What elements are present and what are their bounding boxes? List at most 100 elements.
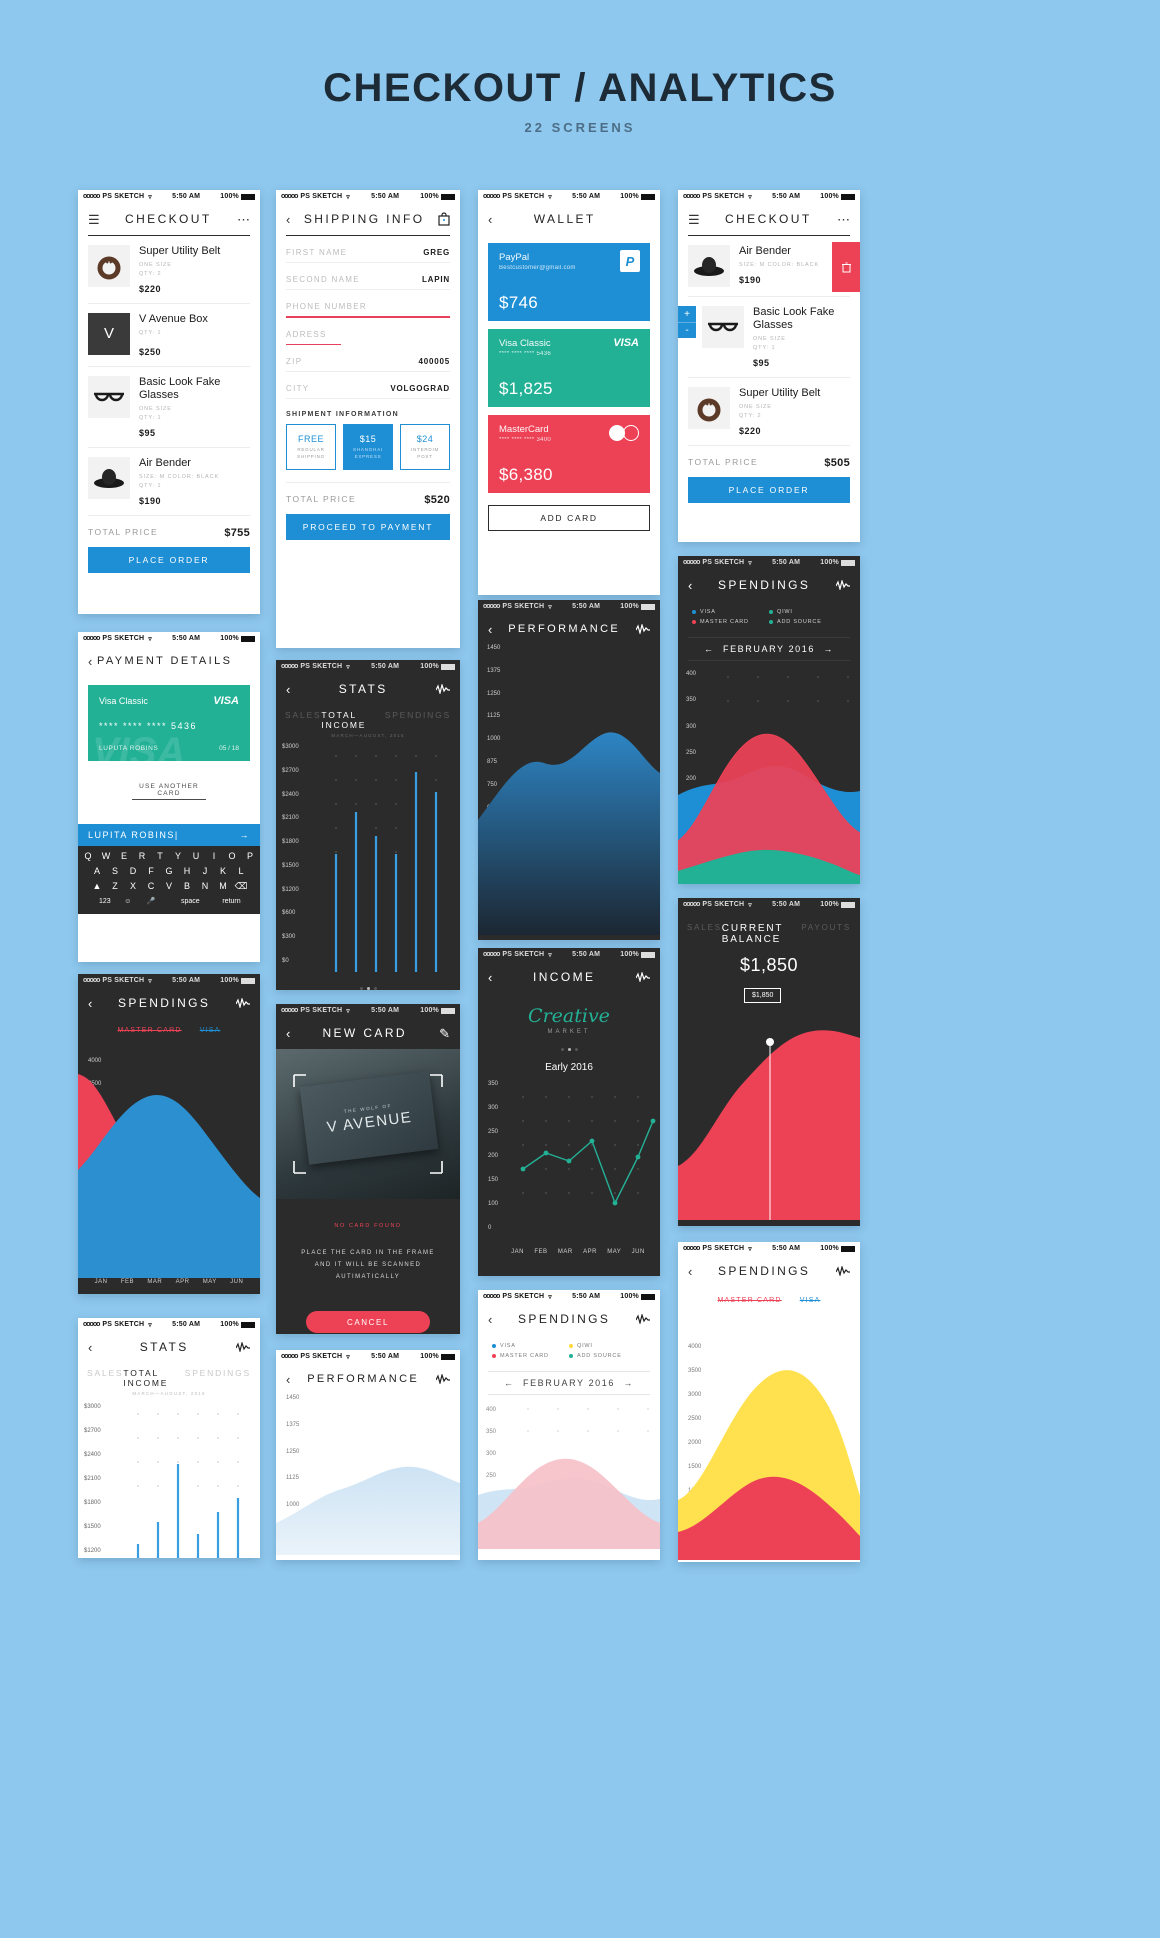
place-order-button[interactable]: PLACE ORDER [88, 546, 250, 573]
trash-icon[interactable] [832, 242, 860, 292]
key-t[interactable]: T [153, 851, 168, 861]
tab-total-income[interactable]: TOTAL INCOME [123, 1368, 184, 1388]
arrow-right-icon[interactable]: → [240, 830, 251, 840]
key-c[interactable]: C [144, 881, 159, 892]
pulse-icon[interactable] [836, 1266, 850, 1276]
key-i[interactable]: I [207, 851, 222, 861]
use-another-card-link[interactable]: USE ANOTHER CARD [132, 783, 206, 800]
arrow-left-icon[interactable]: ← [504, 1378, 515, 1388]
pulse-icon[interactable] [636, 624, 650, 634]
place-order-button[interactable]: PLACE ORDER [688, 476, 850, 503]
dot[interactable] [560, 1048, 564, 1051]
list-item-swiped[interactable]: Air Bender SIZE: M COLOR: BLACK $190 [678, 236, 860, 296]
pulse-icon[interactable] [436, 1374, 450, 1384]
list-item[interactable]: V V Avenue Box QTY: 1 $250 [78, 304, 260, 366]
tab-total-income[interactable]: TOTAL INCOME [321, 710, 384, 730]
shift-icon[interactable]: ▲ [90, 881, 105, 892]
dot-active[interactable] [567, 1048, 571, 1051]
key-e[interactable]: E [117, 851, 132, 861]
tab-visa[interactable]: VISA [800, 1297, 821, 1304]
pagination-dots[interactable] [276, 982, 460, 990]
shopping-bag-icon[interactable] [438, 212, 450, 226]
legend-item-add-source[interactable]: ADD SOURCE [769, 619, 846, 625]
tab-sales[interactable]: SALES [285, 710, 321, 730]
legend-item-qiwi[interactable]: QIWI [769, 609, 846, 615]
stepper-plus-button[interactable]: + [678, 306, 696, 322]
hamburger-icon[interactable]: ☰ [88, 213, 100, 226]
list-item-stepper[interactable]: + - Basic Look Fake Glasses ONE SIZE QTY… [678, 297, 860, 377]
arrow-right-icon[interactable]: → [623, 1378, 634, 1388]
tab-spendings[interactable]: SPENDINGS [385, 710, 451, 730]
proceed-to-payment-button[interactable]: PROCEED TO PAYMENT [286, 514, 450, 540]
key-z[interactable]: Z [108, 881, 123, 892]
dot-active[interactable] [366, 987, 370, 990]
field-adress[interactable]: ADRESS [276, 318, 460, 344]
dot[interactable] [373, 987, 377, 990]
tab-visa[interactable]: VISA [200, 1027, 221, 1034]
credit-card[interactable]: VISA Visa Classic VISA **** **** **** 54… [88, 685, 250, 761]
legend-item-visa[interactable]: VISA [492, 1343, 569, 1349]
tab-spendings[interactable]: SPENDINGS [185, 1368, 251, 1388]
tab-payouts[interactable]: PAYOUTS [801, 923, 851, 945]
pulse-icon[interactable] [236, 998, 250, 1008]
list-item[interactable]: Super Utility Belt ONE SIZE QTY: 2 $220 [78, 236, 260, 303]
key-q[interactable]: Q [81, 851, 96, 861]
key-n[interactable]: N [198, 881, 213, 892]
shipping-option-interdim[interactable]: $24 INTERDIM POST [400, 424, 450, 470]
emoji-icon[interactable]: ☺ [120, 898, 135, 905]
list-item[interactable]: Super Utility Belt ONE SIZE QTY: 2 $220 [678, 378, 860, 445]
key-w[interactable]: W [99, 851, 114, 861]
name-input[interactable]: LUPITA ROBINS| → [78, 824, 260, 846]
key-o[interactable]: O [225, 851, 240, 861]
key-return[interactable]: return [222, 898, 240, 905]
key-s[interactable]: S [108, 866, 123, 876]
key-a[interactable]: A [90, 866, 105, 876]
tab-mastercard[interactable]: MASTER CARD [118, 1027, 182, 1034]
add-card-button[interactable]: ADD CARD [488, 505, 650, 531]
key-v[interactable]: V [162, 881, 177, 892]
key-d[interactable]: D [126, 866, 141, 876]
hamburger-icon[interactable]: ☰ [688, 213, 700, 226]
field-zip[interactable]: ZIP 400005 [276, 345, 460, 371]
legend-item-mastercard[interactable]: MASTER CARD [492, 1353, 569, 1359]
dot[interactable] [359, 987, 363, 990]
legend-item-mastercard[interactable]: MASTER CARD [692, 619, 769, 625]
more-icon[interactable]: ⋯ [837, 213, 850, 226]
legend-item-qiwi[interactable]: QIWI [569, 1343, 646, 1349]
key-b[interactable]: B [180, 881, 195, 892]
more-icon[interactable]: ⋯ [237, 213, 250, 226]
keyboard[interactable]: Q W E R T Y U I O P A S D F G H J K L ▲ … [78, 846, 260, 914]
shipping-option-free[interactable]: FREE REGULAR SHIPPING [286, 424, 336, 470]
pagination-dots[interactable] [478, 1043, 660, 1056]
tab-sales[interactable]: SALES [687, 923, 722, 945]
legend-item-add-source[interactable]: ADD SOURCE [569, 1353, 646, 1359]
mic-icon[interactable]: 🎤 [143, 897, 158, 905]
tab-sales[interactable]: SALES [87, 1368, 123, 1388]
key-space[interactable]: space [166, 898, 214, 905]
key-f[interactable]: F [144, 866, 159, 876]
dot[interactable] [574, 1048, 578, 1051]
legend-item-visa[interactable]: VISA [692, 609, 769, 615]
key-y[interactable]: Y [171, 851, 186, 861]
list-item[interactable]: Air Bender SIZE: M COLOR: BLACK QTY: 1 $… [78, 448, 260, 515]
pulse-icon[interactable] [236, 1342, 250, 1352]
arrow-right-icon[interactable]: → [823, 644, 834, 654]
key-l[interactable]: L [234, 866, 249, 876]
field-phone-number[interactable]: PHONE NUMBER [276, 290, 460, 316]
list-item[interactable]: Basic Look Fake Glasses ONE SIZE QTY: 1 … [78, 367, 260, 447]
field-first-name[interactable]: FIRST NAME GREG [276, 236, 460, 262]
tab-mastercard[interactable]: MASTER CARD [718, 1297, 782, 1304]
stepper-minus-button[interactable]: - [678, 322, 696, 338]
key-j[interactable]: J [198, 866, 213, 876]
quantity-stepper[interactable]: + - [678, 306, 696, 338]
edit-icon[interactable]: ✎ [439, 1027, 450, 1040]
key-r[interactable]: R [135, 851, 150, 861]
wallet-card-mastercard[interactable]: MasterCard **** **** **** 3400 $6,380 [488, 415, 650, 493]
key-k[interactable]: K [216, 866, 231, 876]
shipping-option-express[interactable]: $15 SHANGHAI EXPRESS [343, 424, 393, 470]
key-h[interactable]: H [180, 866, 195, 876]
wallet-card-paypal[interactable]: PayPal Bestcustomer@gmail.com P $746 [488, 243, 650, 321]
pulse-icon[interactable] [636, 972, 650, 982]
wallet-card-visa[interactable]: Visa Classic **** **** **** 5436 VISA $1… [488, 329, 650, 407]
backspace-icon[interactable]: ⌫ [234, 881, 249, 892]
